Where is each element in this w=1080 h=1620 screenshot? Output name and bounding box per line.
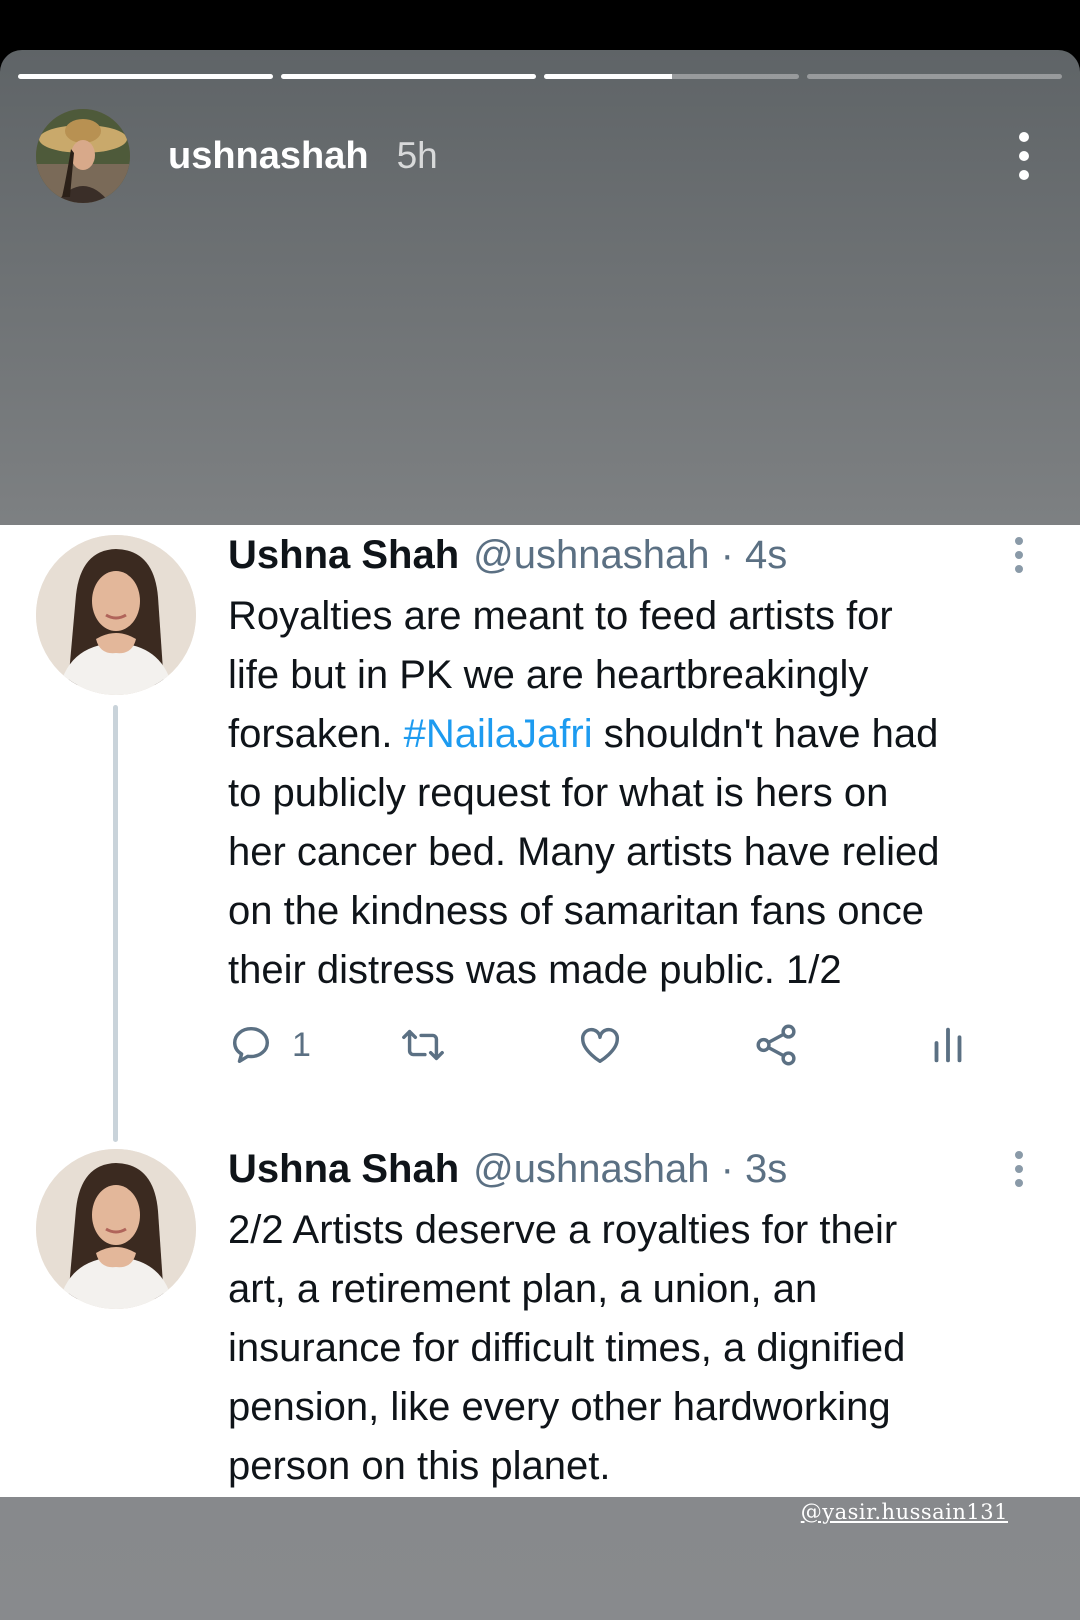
tweet-actions: 1 — [228, 1017, 1008, 1073]
author-handle-time[interactable]: @ushnashah · 3s — [473, 1147, 787, 1191]
avatar[interactable] — [36, 535, 196, 695]
tweet-header: Ushna Shah @ushnashah · 4s — [228, 533, 787, 578]
tweet-text: Royalties are meant to feed artists for … — [228, 594, 940, 992]
author-handle-time[interactable]: @ushnashah · 4s — [473, 533, 787, 577]
story-viewer[interactable]: ushnashah 5h Ushna Shah @ushnashah · 4s — [0, 50, 1080, 1620]
story-timestamp: 5h — [396, 135, 438, 176]
like-button[interactable] — [576, 1017, 624, 1073]
reply-icon — [232, 1026, 270, 1064]
story-avatar[interactable] — [36, 109, 130, 203]
tweet-screenshot: Ushna Shah @ushnashah · 4s Royalties are … — [0, 525, 1080, 1497]
tweet-more-icon[interactable] — [1012, 1151, 1026, 1187]
reply-count: 1 — [292, 1025, 311, 1064]
progress-segment — [281, 74, 536, 79]
reply-button[interactable]: 1 — [228, 1017, 311, 1073]
tweet-more-icon[interactable] — [1012, 537, 1026, 573]
progress-segment — [807, 74, 1062, 79]
story-progress-bar — [18, 74, 1062, 79]
retweet-icon — [402, 1029, 444, 1061]
hashtag-link[interactable]: #NailaJafri — [404, 712, 593, 756]
credit-mention[interactable]: @yasir.hussain131 — [801, 1500, 1008, 1524]
story-header: ushnashah 5h — [36, 108, 1044, 204]
tweet-text: 2/2 Artists deserve a royalties for thei… — [228, 1208, 906, 1488]
share-button[interactable] — [753, 1017, 801, 1073]
analytics-icon — [934, 1027, 962, 1063]
progress-segment — [18, 74, 273, 79]
retweet-button[interactable] — [398, 1017, 448, 1073]
progress-segment — [544, 74, 799, 79]
author-name[interactable]: Ushna Shah — [228, 533, 459, 577]
thread-connector — [113, 705, 118, 1142]
share-icon — [756, 1024, 796, 1066]
avatar[interactable] — [36, 1149, 196, 1309]
more-options-icon[interactable] — [1004, 126, 1044, 186]
tweet-header: Ushna Shah @ushnashah · 3s — [228, 1147, 787, 1192]
author-name[interactable]: Ushna Shah — [228, 1147, 459, 1191]
heart-icon — [581, 1027, 619, 1064]
story-username[interactable]: ushnashah — [168, 135, 369, 178]
analytics-button[interactable] — [928, 1017, 968, 1073]
